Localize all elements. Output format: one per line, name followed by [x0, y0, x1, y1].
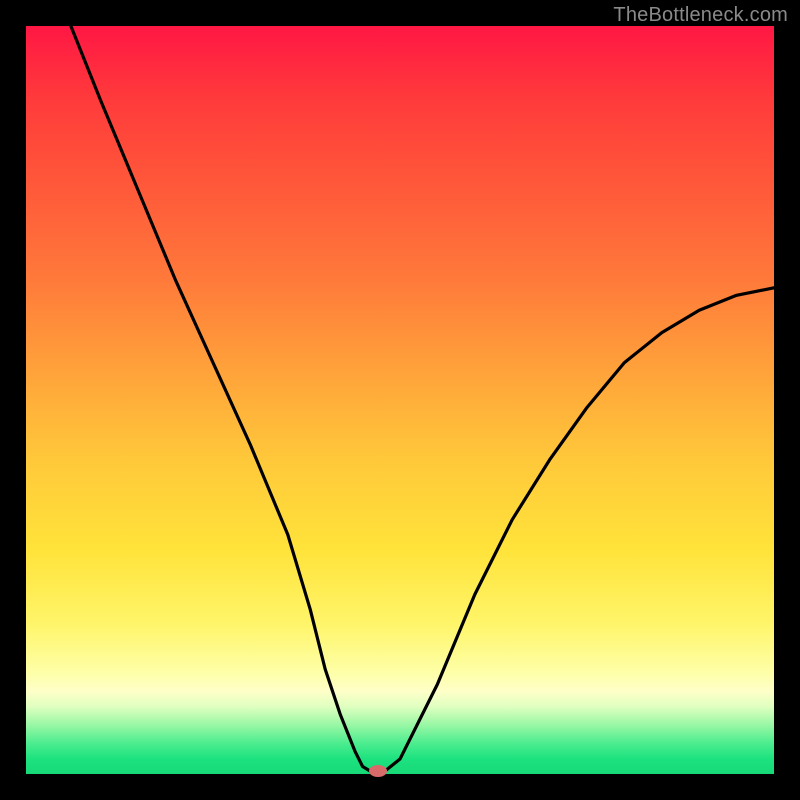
plot-area [26, 26, 774, 774]
bottleneck-curve [26, 26, 774, 774]
optimum-marker [369, 765, 387, 777]
chart-frame: TheBottleneck.com [0, 0, 800, 800]
watermark-text: TheBottleneck.com [613, 4, 788, 27]
